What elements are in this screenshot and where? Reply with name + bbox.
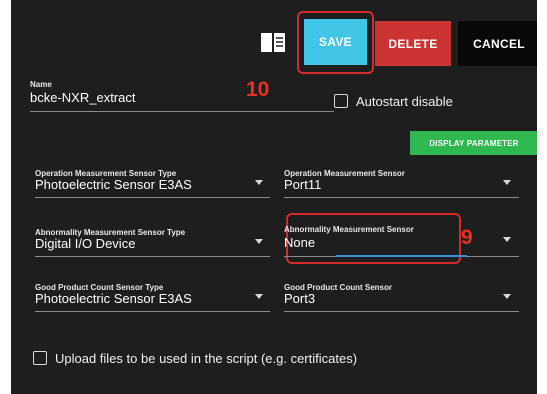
abn-sensor-focus-line [336,255,467,257]
abn-type-select[interactable]: Digital I/O Device [35,236,135,251]
name-underline [30,111,334,112]
display-parameter-button[interactable]: DISPLAY PARAMETER [410,131,538,155]
step-9-annotation: 9 [461,226,473,249]
right-margin [537,0,547,394]
chevron-down-icon[interactable] [503,294,511,299]
op-sensor-underline [284,197,519,198]
chevron-down-icon[interactable] [255,239,263,244]
chevron-down-icon[interactable] [503,180,511,185]
chevron-down-icon[interactable] [255,294,263,299]
sensor-config-dialog: SAVE DELETE CANCEL Name bcke-NXR_extract… [11,0,540,394]
book-icon[interactable] [259,30,287,54]
autostart-label: Autostart disable [356,94,453,109]
name-input[interactable]: bcke-NXR_extract [30,90,135,105]
abn-sensor-select[interactable]: None [284,235,315,250]
chevron-down-icon[interactable] [255,180,263,185]
autostart-checkbox[interactable] [334,94,348,108]
good-type-select[interactable]: Photoelectric Sensor E3AS [35,291,192,306]
op-sensor-select[interactable]: Port11 [284,177,321,192]
save-highlight-box [297,11,374,74]
upload-checkbox[interactable] [33,351,47,365]
left-margin [0,0,11,394]
abn-sensor-label: Abnormality Measurement Sensor [284,225,414,234]
op-type-underline [35,197,270,198]
step-10-annotation: 10 [246,78,270,101]
name-label: Name [30,80,52,89]
cancel-button[interactable]: CANCEL [458,21,540,66]
delete-button[interactable]: DELETE [375,21,451,66]
op-type-select[interactable]: Photoelectric Sensor E3AS [35,177,192,192]
good-type-underline [35,311,270,312]
chevron-down-icon[interactable] [503,237,511,242]
good-sensor-select[interactable]: Port3 [284,291,315,306]
good-sensor-underline [284,311,519,312]
abn-type-underline [35,256,270,257]
upload-label: Upload files to be used in the script (e… [55,351,358,366]
